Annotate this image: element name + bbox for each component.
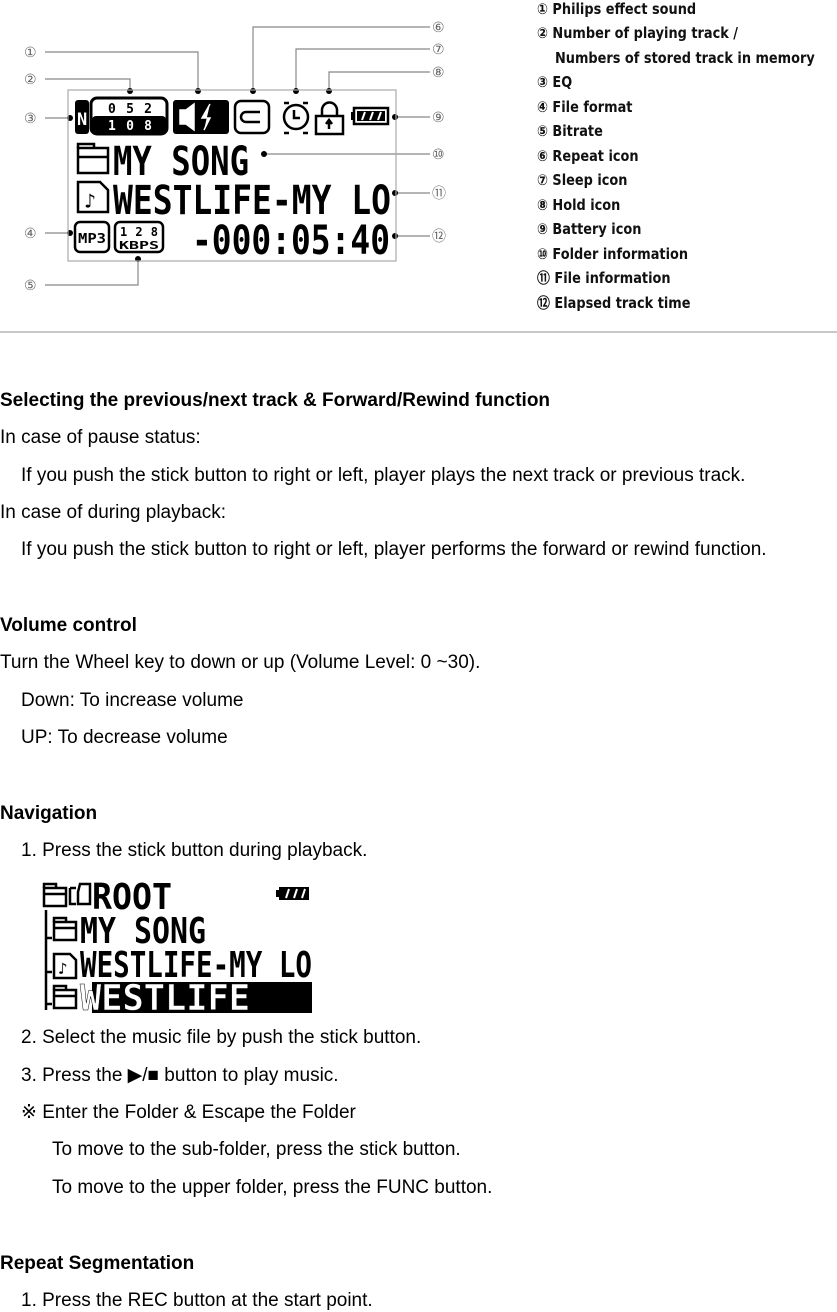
paragraph: 1. Press the REC button at the start poi… <box>21 1290 373 1311</box>
bitrate-value: 128 <box>120 225 158 239</box>
folder-icon <box>52 920 78 942</box>
root-icon <box>76 882 92 906</box>
legend-item: ④ File format <box>537 98 633 116</box>
track-total: 108 <box>108 119 152 134</box>
paragraph: In case of pause status: <box>0 427 201 448</box>
section-heading: Volume control <box>0 615 137 636</box>
elapsed-time: -000:05:40 <box>192 218 390 264</box>
callout-5: ⑤ <box>24 278 37 294</box>
paragraph: UP: To decrease volume <box>21 727 228 748</box>
tree-lines <box>44 910 52 1010</box>
callout-1: ① <box>24 45 37 61</box>
paragraph: If you push the stick button to right or… <box>21 539 767 560</box>
legend-item: ⑥ Repeat icon <box>537 147 639 165</box>
legend-item: ⑨ Battery icon <box>537 220 642 238</box>
callout-9: ⑨ <box>432 110 445 126</box>
legend-item: ① Philips effect sound <box>537 0 697 18</box>
legend-item: ⑫ Elapsed track time <box>537 294 691 312</box>
callout-6: ⑥ <box>432 20 445 36</box>
callout-8: ⑧ <box>432 65 445 81</box>
paragraph: 1. Press the stick button during playbac… <box>21 840 368 861</box>
paragraph: Down: To increase volume <box>21 690 244 711</box>
callout-10: ⑩ <box>432 147 445 163</box>
navigation-screen: ♪ ROOT MY SONG WESTLIFE-MY LO WESTLIFE <box>40 876 312 1019</box>
legend-item: ② Number of playing track / <box>537 24 739 42</box>
callout-12: ⑫ <box>432 229 446 245</box>
paragraph: If you push the stick button to right or… <box>21 465 746 486</box>
folder-icon <box>52 988 78 1010</box>
tree-icon <box>68 886 76 906</box>
paragraph: ※ Enter the Folder & Escape the Folder <box>21 1102 356 1123</box>
callout-4: ④ <box>24 226 37 242</box>
legend-item: ⑩ Folder information <box>537 245 689 263</box>
folder-icon <box>42 886 68 908</box>
paragraph: 3. Press the ▶/■ button to play music. <box>21 1065 339 1086</box>
legend-item: ⑦ Sleep icon <box>537 171 628 189</box>
legend-item: ③ EQ <box>537 73 573 91</box>
track-current: 052 <box>108 102 152 117</box>
legend-item-cont: Numbers of stored track in memory <box>555 49 815 67</box>
svg-text:♪: ♪ <box>58 959 68 978</box>
lcd-diagram: ① ② ③ ④ ⑤ ⑥ ⑦ ⑧ ⑨ ⑩ ⑪ ⑫ N 052 108 MY SON… <box>0 0 520 330</box>
legend-item: ⑪ File information <box>537 269 671 287</box>
callout-11: ⑪ <box>432 186 446 202</box>
callout-2: ② <box>24 72 37 88</box>
section-heading: Repeat Segmentation <box>0 1253 195 1274</box>
paragraph: In case of during playback: <box>0 502 227 523</box>
hold-icon <box>314 101 345 136</box>
legend-item: ⑧ Hold icon <box>537 196 621 214</box>
folder-icon <box>76 142 110 175</box>
paragraph: Turn the Wheel key to down or up (Volume… <box>0 652 481 673</box>
eq-letter: N <box>77 110 87 130</box>
battery-icon <box>276 887 309 900</box>
callout-7: ⑦ <box>432 42 445 58</box>
file-format: MP3 <box>78 232 106 247</box>
note-glyph: ♪ <box>84 189 96 213</box>
paragraph: To move to the upper folder, press the F… <box>52 1177 493 1198</box>
sleep-icon <box>282 101 310 135</box>
callout-3: ③ <box>24 111 37 127</box>
section-heading: Navigation <box>0 803 98 824</box>
section-heading: Selecting the previous/next track & Forw… <box>0 390 551 411</box>
bitrate-unit: KBPS <box>119 239 159 252</box>
paragraph: To move to the sub-folder, press the sti… <box>52 1139 461 1160</box>
legend-item: ⑤ Bitrate <box>537 122 603 140</box>
battery-icon <box>351 106 390 126</box>
paragraph: 2. Select the music file by push the sti… <box>21 1027 422 1048</box>
nav-row-selected: WESTLIFE <box>80 978 250 1014</box>
lcd-diagram-svg: ① ② ③ ④ ⑤ ⑥ ⑦ ⑧ ⑨ ⑩ ⑪ ⑫ N 052 108 MY SON… <box>24 20 446 294</box>
divider <box>0 331 837 333</box>
